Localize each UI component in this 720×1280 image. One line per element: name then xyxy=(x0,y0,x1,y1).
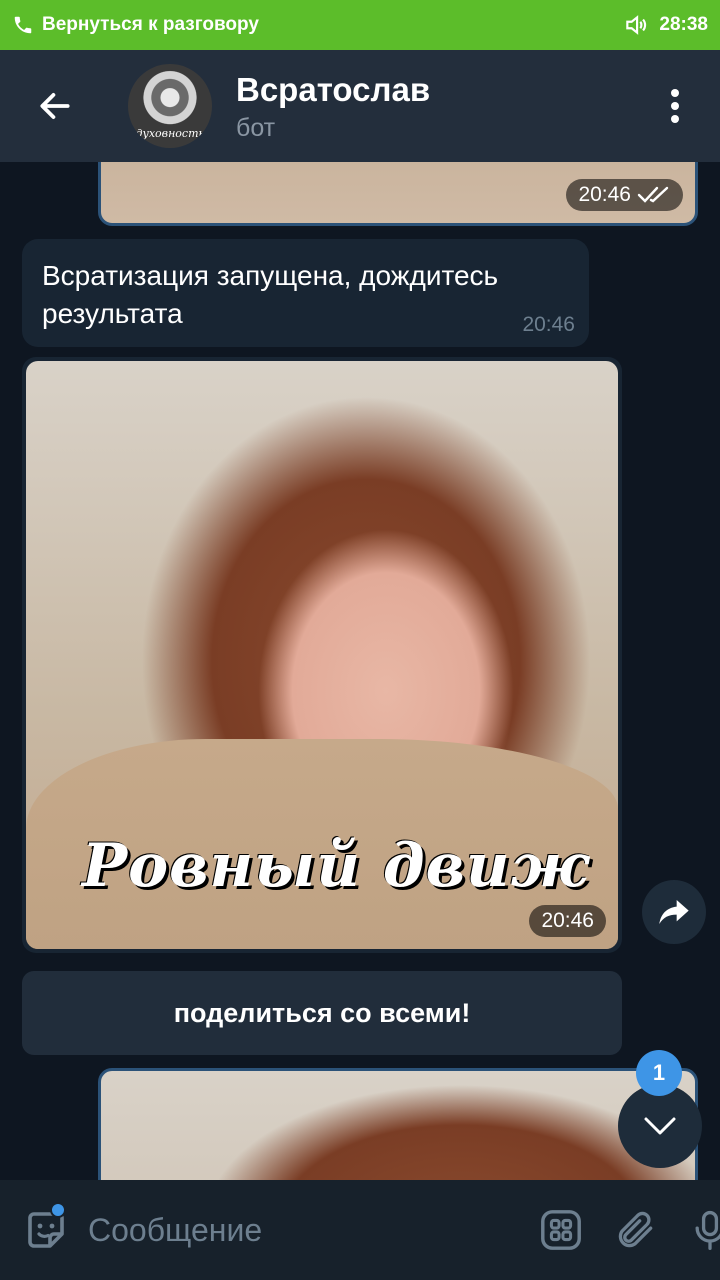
bot-commands-button[interactable] xyxy=(538,1198,584,1262)
message-time: 20:46 xyxy=(522,313,575,336)
back-button[interactable] xyxy=(0,50,110,162)
unread-count-badge: 1 xyxy=(636,1050,682,1096)
more-vertical-icon xyxy=(671,89,679,123)
call-duration: 28:38 xyxy=(659,14,708,35)
share-with-all-label: поделиться со всеми! xyxy=(173,997,471,1028)
new-stickers-dot xyxy=(50,1202,66,1218)
message-list[interactable]: 20:46 Всратизация запущена, дождитесь ре… xyxy=(0,162,720,1180)
share-button[interactable] xyxy=(642,880,706,944)
message-time-pill: 20:46 xyxy=(566,179,683,211)
double-check-icon xyxy=(637,186,669,203)
chat-title: Всратослав xyxy=(236,70,431,108)
message-text: Всратизация запущена, дождитесь результа… xyxy=(42,260,499,329)
message-time-pill: 20:46 xyxy=(529,905,606,937)
incoming-text-message[interactable]: Всратизация запущена, дождитесь результа… xyxy=(22,239,589,347)
return-to-call-label: Вернуться к разговору xyxy=(42,14,259,35)
chat-header: духовность Всратослав бот xyxy=(0,50,720,162)
phone-icon xyxy=(14,16,32,34)
message-time: 20:46 xyxy=(578,183,631,206)
incoming-photo-message[interactable]: Ровный движ 20:46 xyxy=(22,357,622,953)
photo-image[interactable]: Ровный движ 20:46 xyxy=(26,361,618,949)
attach-button[interactable] xyxy=(614,1198,658,1262)
return-to-call-banner[interactable]: Вернуться к разговору 28:38 xyxy=(0,0,720,50)
message-input[interactable] xyxy=(70,1211,508,1249)
message-time: 20:46 xyxy=(541,909,594,932)
outgoing-photo-message[interactable]: 20:46 xyxy=(98,162,698,226)
share-with-all-button[interactable]: поделиться со всеми! xyxy=(22,971,622,1055)
speaker-icon xyxy=(626,15,647,35)
chat-title-block[interactable]: Всратослав бот xyxy=(236,70,630,143)
scroll-to-bottom-button[interactable] xyxy=(618,1084,702,1168)
avatar-text: духовность xyxy=(135,127,205,140)
share-arrow-icon xyxy=(659,900,689,924)
chat-subtitle: бот xyxy=(236,113,276,142)
chevron-down-icon xyxy=(644,1117,676,1135)
photo-caption: Ровный движ xyxy=(82,831,590,901)
paperclip-icon xyxy=(618,1211,653,1248)
chat-avatar[interactable]: духовность xyxy=(128,64,212,148)
message-input-bar xyxy=(0,1180,720,1280)
voice-message-button[interactable] xyxy=(688,1198,720,1262)
arrow-left-icon xyxy=(40,93,70,119)
bot-commands-icon xyxy=(541,1210,581,1250)
sticker-button[interactable] xyxy=(22,1198,70,1262)
more-menu-button[interactable] xyxy=(630,50,720,162)
microphone-icon xyxy=(695,1210,720,1250)
outgoing-photo-message[interactable] xyxy=(98,1068,698,1180)
